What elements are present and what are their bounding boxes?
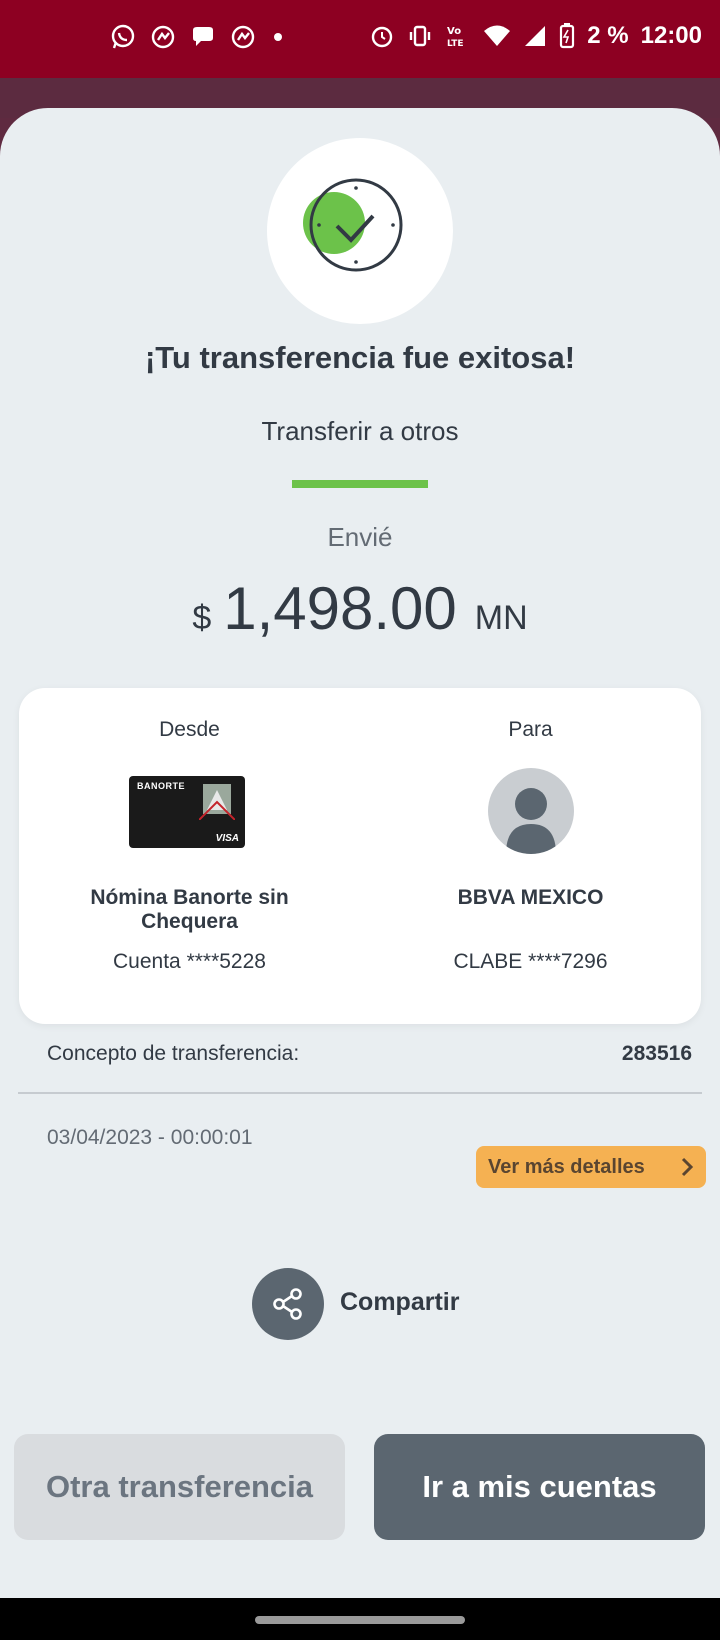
divider (18, 1092, 702, 1094)
chevron-right-icon (681, 1157, 694, 1177)
from-account: Desde BANORTE VISA Nómina Banorte sin Ch… (19, 688, 360, 1024)
more-details-button[interactable]: Ver más detalles (476, 1146, 706, 1188)
dot-icon (274, 33, 282, 41)
amount: $ 1,498.00 MN (0, 574, 720, 643)
share-label[interactable]: Compartir (340, 1288, 459, 1317)
sent-label: Envié (327, 522, 393, 552)
success-badge (267, 138, 453, 324)
more-details-label: Ver más detalles (488, 1155, 645, 1178)
share-button[interactable] (252, 1268, 324, 1340)
chat-bubble-icon (193, 27, 213, 46)
avatar (488, 768, 574, 854)
amount-suffix: MN (474, 599, 528, 637)
accent-divider (292, 480, 428, 488)
share-icon (273, 1288, 302, 1320)
card-brand: BANORTE (137, 781, 185, 791)
amount-currency: $ (192, 599, 212, 637)
from-account-number: Cuenta ****5228 (113, 950, 266, 973)
transfer-summary-card: Desde BANORTE VISA Nómina Banorte sin Ch… (19, 688, 701, 1024)
messenger-icon (151, 25, 175, 49)
other-transfer-button[interactable]: Otra transferencia (14, 1434, 345, 1540)
go-to-accounts-button[interactable]: Ir a mis cuentas (374, 1434, 705, 1540)
card-network: VISA (215, 833, 239, 844)
vibrate-icon (410, 25, 431, 47)
signal-icon (525, 26, 546, 46)
to-account-number: CLABE ****7296 (453, 950, 608, 973)
to-label: Para (508, 718, 553, 741)
clock-check-icon (303, 178, 403, 272)
to-account: Para BBVA MEXICO CLABE ****7296 (360, 688, 701, 1024)
whatsapp-icon (111, 24, 135, 49)
navigation-bar (0, 1598, 720, 1640)
status-bar: Vo LTE 2 % 12:00 (0, 0, 720, 78)
transfer-result-sheet: ¡Tu transferencia fue exitosa! Transferi… (0, 108, 720, 1598)
card-art-icon (199, 784, 235, 820)
to-bank-name: BBVA MEXICO (457, 886, 604, 909)
battery-icon (560, 23, 575, 49)
battery-percent: 2 % (587, 22, 629, 49)
volte-icon: Vo LTE (447, 26, 464, 49)
from-label: Desde (159, 718, 220, 741)
concept-value: 283516 (621, 1042, 692, 1065)
concept-label: Concepto de transferencia: (47, 1042, 300, 1065)
wifi-icon (484, 25, 511, 46)
transfer-datetime: 03/04/2023 - 00:00:01 (47, 1126, 253, 1149)
notification-icons (110, 24, 286, 50)
debit-card-image: BANORTE VISA (129, 776, 245, 848)
alarm-icon (372, 26, 393, 48)
operation-type: Transferir a otros (261, 416, 459, 446)
svg-text:Vo: Vo (447, 26, 461, 37)
messenger-icon (231, 25, 255, 49)
from-account-name: Nómina Banorte sin Chequera (90, 886, 289, 933)
home-gesture-handle[interactable] (255, 1616, 465, 1624)
person-icon (506, 788, 556, 854)
svg-text:LTE: LTE (447, 39, 464, 49)
success-title: ¡Tu transferencia fue exitosa! (144, 340, 576, 375)
system-status: Vo LTE 2 % 12:00 (369, 22, 702, 50)
clock: 12:00 (640, 22, 702, 49)
amount-value: 1,498.00 (223, 575, 457, 642)
